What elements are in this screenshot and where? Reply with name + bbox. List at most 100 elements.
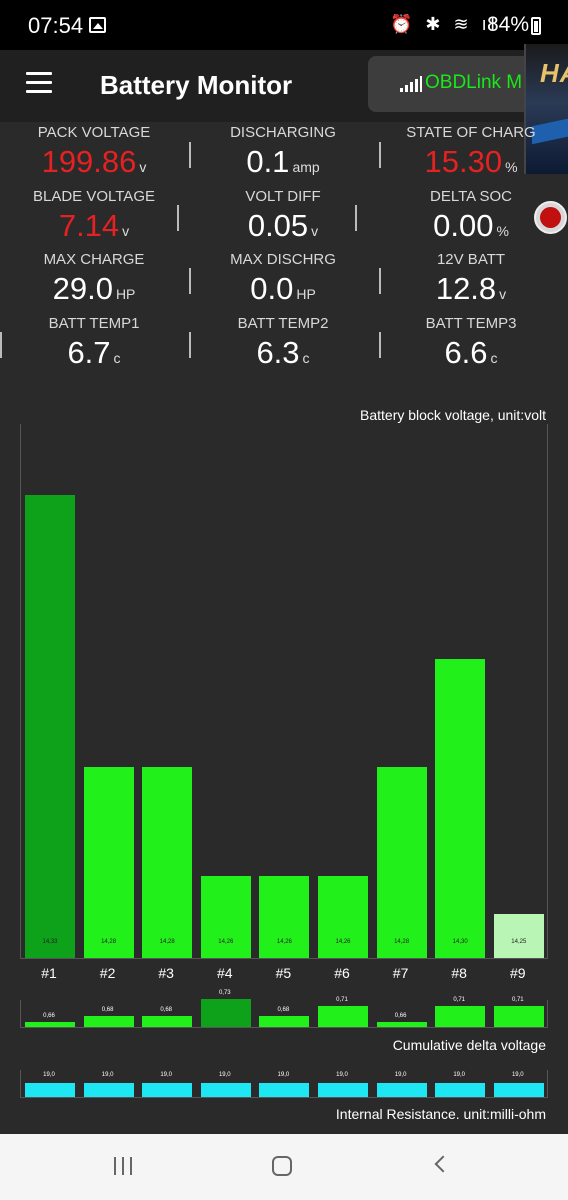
voltage-bar[interactable]: 14,33 — [25, 495, 75, 958]
resistance-bar[interactable] — [376, 1083, 427, 1097]
metric-max-charge: MAX CHARGE 29.0 HP — [0, 251, 194, 307]
block-voltage-chart: 14,33 14,28 14,28 14,26 14,26 14,26 14,28 14,30… — [20, 424, 548, 959]
voltage-bar[interactable]: 14,28 — [142, 767, 193, 958]
metric-label: MAX CHARGE — [43, 251, 145, 268]
voltage-bar[interactable]: 14,28 — [376, 767, 427, 958]
metric-batt-temp3: BATT TEMP3 6.6 c — [371, 315, 568, 371]
metric-label: 12V BATT — [436, 251, 506, 268]
metric-divider — [189, 332, 191, 358]
metric-unit: c — [490, 350, 498, 366]
voltage-bar[interactable]: 14,26 — [318, 876, 368, 958]
cumulative-delta-chart — [20, 999, 548, 1028]
voltage-bar[interactable]: 14,28 — [83, 767, 134, 958]
delta-bar-value: 0,71 — [336, 996, 348, 1003]
resistance-bar[interactable] — [493, 1083, 544, 1097]
internal-resistance-caption: Internal Resistance. unit:milli-ohm — [335, 1106, 546, 1122]
delta-bar[interactable] — [376, 1022, 427, 1027]
delta-bar-value: 0,66 — [43, 1013, 55, 1020]
delta-bar-value: 0,71 — [511, 996, 524, 1003]
resistance-bar[interactable] — [435, 1083, 486, 1097]
delta-bar[interactable] — [493, 1005, 544, 1027]
resistance-bar-value: 19,0 — [101, 1072, 114, 1078]
metric-divider — [0, 332, 2, 358]
resistance-bar[interactable] — [142, 1083, 193, 1097]
metric-label: STATE OF CHARG — [406, 124, 536, 141]
metric-label: BATT TEMP2 — [237, 315, 329, 332]
metric-batt-temp2: BATT TEMP2 6.3 c — [183, 315, 383, 371]
resistance-bar-value: 19,0 — [394, 1072, 407, 1078]
resistance-bar[interactable] — [83, 1083, 134, 1097]
delta-bar[interactable] — [200, 999, 251, 1027]
metric-value: 0.00 — [433, 208, 494, 243]
metric-state-of-charge: STATE OF CHARG 15.30% — [371, 124, 568, 180]
delta-bar-value: 0,71 — [453, 996, 466, 1003]
metric-max-dischrg: MAX DISCHRG 0.0 HP — [183, 251, 383, 307]
delta-bar[interactable] — [142, 1015, 193, 1027]
metric-value: 6.3 — [256, 335, 300, 370]
home-icon[interactable] — [272, 1156, 292, 1176]
metric-unit: % — [496, 223, 509, 239]
resistance-bar-value: 19,0 — [43, 1072, 55, 1078]
metric-label: MAX DISCHRG — [230, 251, 336, 268]
metric-unit: v — [311, 223, 319, 239]
voltage-bar[interactable]: 14,25 — [493, 914, 544, 958]
delta-bar[interactable] — [25, 1022, 75, 1027]
metric-value: 0.0 — [250, 271, 294, 306]
metric-discharging: DISCHARGING 0.1 amp — [183, 124, 383, 180]
metric-blade-voltage: BLADE VOLTAGE 7.14 v — [0, 188, 194, 244]
metric-unit: c — [113, 350, 121, 366]
metric-label: DISCHARGING — [230, 124, 336, 141]
resistance-bar[interactable] — [318, 1083, 368, 1097]
metric-divider — [189, 268, 191, 294]
delta-bar-value: 0,68 — [277, 1006, 290, 1013]
delta-bar[interactable] — [83, 1015, 134, 1027]
back-icon[interactable] — [434, 1155, 452, 1173]
delta-bar[interactable] — [318, 1005, 368, 1027]
cell-label: #3 — [158, 965, 174, 981]
cell-label: #6 — [334, 965, 350, 981]
metric-unit: v — [139, 159, 147, 175]
metric-value: 6.6 — [444, 335, 488, 370]
metric-batt-temp1: BATT TEMP1 6.7 c — [0, 315, 194, 371]
delta-bar-value: 0,68 — [101, 1006, 114, 1013]
voltage-bar-value: 14,28 — [101, 939, 117, 945]
recents-icon[interactable] — [114, 1157, 134, 1175]
metric-volt-diff: VOLT DIFF 0.05 v — [183, 188, 383, 244]
metric-label: PACK VOLTAGE — [37, 124, 151, 141]
metric-value: 12.8 — [435, 271, 497, 306]
battery-icon — [531, 17, 541, 35]
voltage-bar-value: 14,28 — [394, 939, 410, 945]
metric-unit: % — [505, 159, 518, 175]
cumulative-delta-caption: Cumulative delta voltage — [392, 1037, 546, 1053]
metric-value: 6.7 — [67, 335, 111, 370]
voltage-bar[interactable]: 14,26 — [200, 876, 251, 958]
metric-divider — [177, 205, 179, 231]
metric-pack-voltage: PACK VOLTAGE 199.86 v — [0, 124, 194, 180]
metric-unit: v — [499, 286, 507, 302]
voltage-bar-value: 14,30 — [452, 939, 468, 945]
metric-value: 199.86 — [41, 144, 137, 179]
cell-label: #4 — [217, 965, 233, 981]
resistance-bar[interactable] — [259, 1083, 310, 1097]
app-bar: Battery Monitor OBDLink M — [0, 50, 568, 122]
delta-bar[interactable] — [435, 1005, 486, 1027]
voltage-bar[interactable]: 14,26 — [259, 876, 310, 958]
metric-unit: v — [122, 223, 130, 239]
metric-label: BLADE VOLTAGE — [33, 188, 155, 205]
cell-label: #8 — [451, 965, 467, 981]
resistance-bar[interactable] — [25, 1083, 75, 1097]
image-icon — [89, 17, 106, 33]
voltage-bar[interactable]: 14,30 — [435, 658, 486, 958]
resistance-bar[interactable] — [200, 1083, 251, 1097]
metric-delta-soc: DELTA SOC 0.00% — [371, 188, 568, 244]
delta-bar-value: 0,66 — [394, 1013, 407, 1020]
cell-label: #9 — [510, 965, 526, 981]
metric-divider — [379, 142, 381, 168]
status-time: 07:54 — [28, 13, 84, 38]
delta-bar[interactable] — [259, 1015, 310, 1027]
status-bar: 07:54 ⏰ ✱ ≋ ıl 84% — [0, 0, 568, 50]
system-nav-bar — [0, 1134, 568, 1200]
metric-unit: c — [302, 350, 310, 366]
cell-label: #2 — [99, 965, 116, 981]
hamburger-menu-icon[interactable] — [26, 72, 52, 94]
